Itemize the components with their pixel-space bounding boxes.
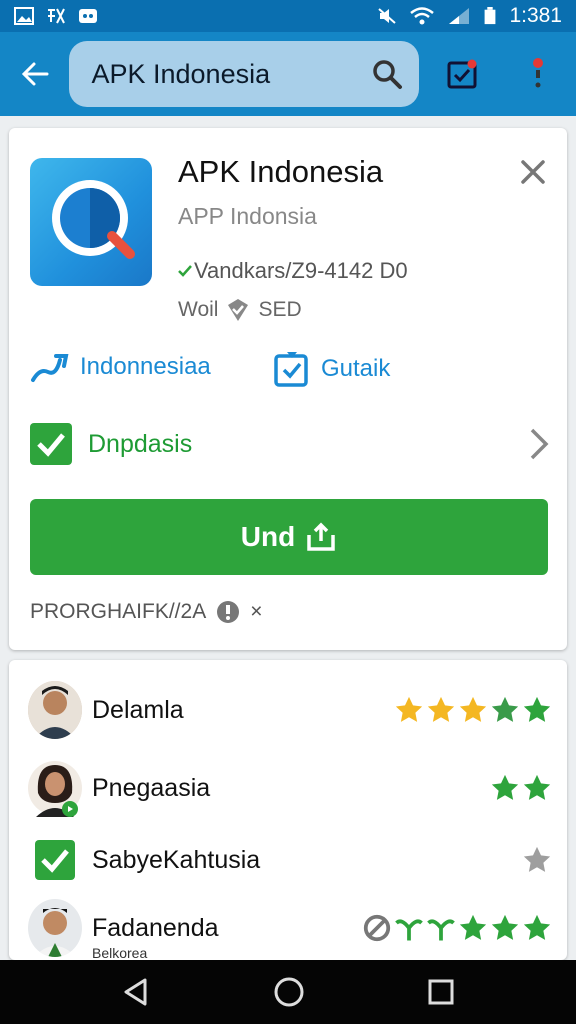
app-footer: PRORGHAIFK//2A ×: [30, 600, 262, 624]
search-icon[interactable]: [371, 58, 403, 90]
star-icon: [523, 774, 551, 800]
app-info-card: APK Indonesia APP Indonsia Vandkars/Z9-4…: [9, 128, 567, 650]
app-bar: APK Indonesia: [0, 32, 576, 116]
more-vert-icon: [533, 58, 544, 88]
info-icon[interactable]: [216, 600, 240, 624]
nav-recents-icon[interactable]: [427, 978, 455, 1006]
chevron-right-icon: [530, 428, 549, 460]
reviewer-name: Fadanenda: [92, 913, 219, 942]
star-rating: [394, 695, 552, 725]
review-row[interactable]: Delamla: [28, 680, 552, 740]
updates-icon: [447, 59, 477, 89]
star-icon: [523, 914, 551, 940]
signal-icon: [449, 8, 470, 24]
star-icon: [523, 846, 551, 872]
checkbox-checked-icon: [30, 423, 72, 465]
category-label: Indonnesiaa: [80, 353, 211, 380]
status-bar: 1:381: [0, 0, 576, 32]
verified-link[interactable]: Gutaik: [273, 350, 390, 388]
block-icon: [363, 914, 391, 942]
app-meta-text-b: SED: [258, 298, 302, 321]
back-button[interactable]: [0, 32, 69, 116]
footer-text: PRORGHAIFK//2A: [30, 600, 207, 623]
mute-icon: [378, 8, 397, 24]
updates-button[interactable]: [425, 32, 500, 116]
checkbox-avatar: [35, 840, 75, 880]
app-title: APK Indonesia: [178, 154, 384, 189]
reviewer-name: Pnegaasia: [92, 773, 211, 802]
app-developer: APP Indonsia: [178, 203, 317, 229]
star-icon: [427, 696, 455, 722]
review-row[interactable]: SabyeKahtusia: [28, 830, 552, 890]
footer-close[interactable]: ×: [250, 600, 262, 624]
nav-home-icon[interactable]: [273, 976, 305, 1008]
avatar: [28, 899, 82, 957]
verified-label: Gutaik: [321, 355, 391, 382]
app-meta-line: Woil SED: [178, 298, 302, 322]
battery-icon: [485, 7, 496, 25]
install-button[interactable]: Und: [30, 499, 548, 575]
star-icon: [491, 914, 519, 940]
navigation-bar: [0, 960, 576, 1024]
close-button[interactable]: [517, 156, 549, 188]
star-icon: [459, 696, 487, 722]
star-rating: [362, 913, 552, 943]
app-meta-text-a: Woil: [178, 298, 219, 321]
sprout-icon: [427, 919, 455, 941]
download-icon: [307, 522, 335, 551]
app-version-line: Vandkars/Z9-4142 D0: [178, 258, 408, 284]
star-rating: [490, 773, 552, 803]
back-arrow-icon: [21, 62, 49, 86]
app-icon: [30, 158, 152, 286]
install-label: Und: [240, 521, 296, 552]
more-options-button[interactable]: [501, 32, 576, 116]
category-link[interactable]: Indonnesiaa: [30, 350, 211, 384]
star-rating: [522, 845, 552, 875]
reviewer-subtitle: Belkorea: [92, 945, 148, 960]
trend-icon: [31, 354, 69, 382]
reviews-card: Delamla Pnegaasia SabyeKahtusia Fadanend…: [9, 660, 567, 960]
star-icon: [491, 696, 519, 722]
star-icon: [523, 696, 551, 722]
check-mark-icon: [178, 265, 192, 277]
app-version-text: Vandkars/Z9-4142 D0: [194, 258, 408, 283]
review-row[interactable]: Pnegaasia: [28, 758, 552, 818]
avatar: [28, 759, 82, 817]
verified-box-icon: [274, 352, 308, 387]
reviewer-name: Delamla: [92, 695, 184, 724]
app-logo-icon: [52, 180, 135, 259]
search-input-text: APK Indonesia: [91, 58, 271, 89]
reviewer-name: SabyeKahtusia: [92, 845, 261, 874]
shield-check-icon: [228, 299, 249, 321]
close-icon: [521, 160, 545, 184]
nav-back-icon[interactable]: [121, 977, 151, 1007]
downloads-label: Dnpdasis: [88, 429, 193, 458]
star-icon: [395, 696, 423, 722]
downloads-row[interactable]: Dnpdasis: [30, 420, 550, 468]
status-time: 1:381: [509, 4, 562, 27]
wifi-icon: [410, 7, 435, 25]
gallery-icon: [14, 7, 34, 25]
message-icon: [79, 9, 97, 23]
star-icon: [491, 774, 519, 800]
star-icon: [459, 914, 487, 940]
search-field[interactable]: APK Indonesia: [69, 41, 420, 107]
avatar: [28, 681, 82, 739]
network-icon: [48, 8, 65, 24]
sprout-icon: [395, 919, 423, 941]
